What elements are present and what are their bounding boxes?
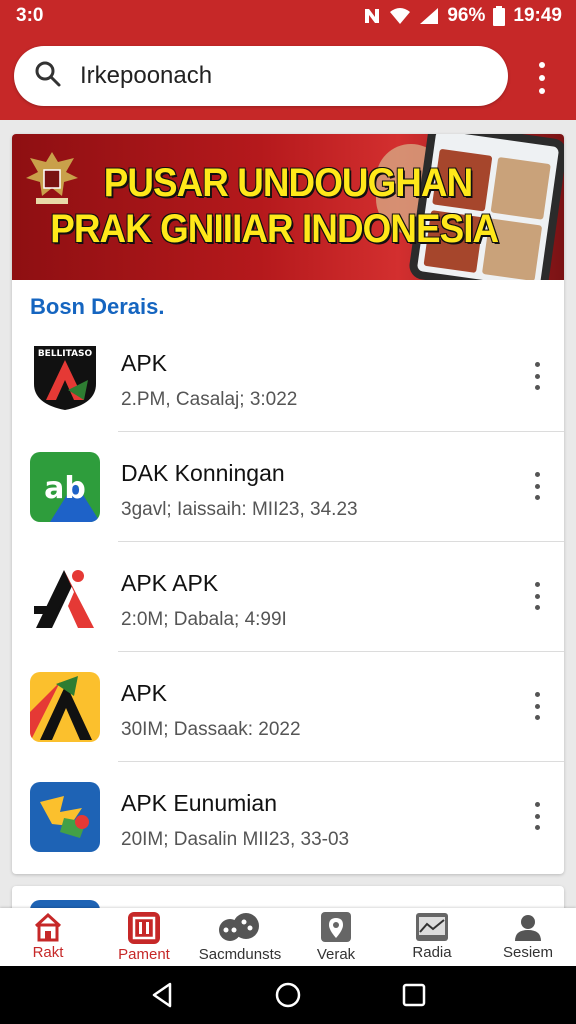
list-item[interactable]: APK 30IM; Dassaak: 2022 — [12, 652, 564, 762]
app-name: DAK Konningan — [121, 460, 285, 486]
back-icon[interactable] — [150, 982, 174, 1008]
red-a-shield-icon: BELLITASO — [30, 342, 100, 412]
list-item[interactable]: APK APK 2:0M; Dabala; 4:99I — [12, 542, 564, 652]
home-button-icon[interactable] — [274, 981, 302, 1009]
nav-label: Rakt — [32, 944, 64, 961]
green-ab-icon: ab — [30, 452, 100, 522]
item-more-icon[interactable] — [532, 362, 542, 390]
nav-label: Pament — [118, 946, 170, 963]
app-meta: 2:0M; Dabala; 4:99I — [121, 609, 287, 630]
nav-label: Sesiem — [502, 944, 554, 961]
app-list: BELLITASO APK 2.PM, Casalaj; 3:022 ab DA… — [12, 322, 564, 872]
app-meta: 2.PM, Casalaj; 3:022 — [121, 389, 298, 410]
item-more-icon[interactable] — [532, 802, 542, 830]
nfc-icon — [363, 7, 381, 25]
app-icon-label: BELLITASO — [38, 349, 93, 359]
payment-icon — [128, 912, 160, 944]
map-pin-icon — [321, 912, 351, 942]
nav-item-community[interactable]: Sacmdunsts — [192, 908, 288, 966]
nav-item-profile[interactable]: Sesiem — [480, 908, 576, 966]
section-heading: Bosn Derais. — [30, 294, 165, 319]
app-name: APK APK — [121, 570, 219, 596]
item-more-icon[interactable] — [532, 582, 542, 610]
app-meta: 20IM; Dasalin MII23, 33-03 — [121, 829, 350, 850]
banner-title-line1: PUSAR UNDOUGHAN — [103, 161, 473, 205]
search-icon[interactable] — [34, 60, 62, 93]
signal-icon — [419, 7, 439, 25]
nav-label: Radia — [412, 944, 452, 961]
main-card: PUSAR UNDOUGHAN PRAK GNIIIAR INDONESIA B… — [12, 134, 564, 874]
item-more-icon[interactable] — [532, 472, 542, 500]
app-name: APK Eunumian — [121, 790, 277, 816]
app-bar — [0, 32, 576, 120]
banner-title: PUSAR UNDOUGHAN PRAK GNIIIAR INDONESIA — [34, 160, 542, 252]
nav-label: Verak — [316, 946, 356, 963]
app-meta: 3gavl; Iaissaih: MII23, 34.23 — [121, 499, 358, 520]
system-navigation — [0, 966, 576, 1024]
item-more-icon[interactable] — [532, 692, 542, 720]
app-name: APK — [121, 350, 168, 376]
banner-title-line2: PRAK GNIIIAR INDONESIA — [50, 207, 499, 251]
nav-item-map[interactable]: Verak — [288, 908, 384, 966]
community-icon — [219, 913, 259, 941]
recents-icon[interactable] — [402, 983, 426, 1007]
home-icon — [34, 912, 62, 942]
promo-banner[interactable]: PUSAR UNDOUGHAN PRAK GNIIIAR INDONESIA — [12, 134, 564, 280]
list-item[interactable]: ab DAK Konningan 3gavl; Iaissaih: MII23,… — [12, 432, 564, 542]
wifi-icon — [389, 7, 411, 25]
nav-item-chart[interactable]: Radia — [384, 908, 480, 966]
battery-icon — [493, 6, 506, 26]
status-clock: 19:49 — [513, 5, 562, 26]
yellow-a-icon — [30, 672, 100, 742]
overflow-menu-icon[interactable] — [530, 62, 554, 94]
search-bar[interactable] — [14, 46, 508, 106]
nav-item-payment[interactable]: Pament — [96, 908, 192, 966]
battery-percent: 96% — [447, 5, 486, 26]
list-item[interactable]: BELLITASO APK 2.PM, Casalaj; 3:022 — [12, 322, 564, 432]
red-black-a-icon — [30, 562, 100, 632]
list-item[interactable]: APK Eunumian 20IM; Dasalin MII23, 33-03 — [12, 762, 564, 872]
status-icons: 96% 19:49 — [363, 5, 562, 27]
app-icon-label: ab — [44, 471, 86, 506]
nav-item-home[interactable]: Rakt — [0, 908, 96, 966]
bottom-navigation: Rakt Pament Sacmdunsts Verak Radia Sesie… — [0, 908, 576, 966]
app-meta: 30IM; Dassaak: 2022 — [121, 719, 301, 740]
status-bar: 3:0 96% 19:49 — [0, 0, 576, 32]
blue-puzzle-icon — [30, 782, 100, 852]
app-name: APK — [121, 680, 168, 706]
chart-icon — [416, 913, 448, 941]
status-time-left: 3:0 — [16, 5, 44, 26]
profile-icon — [515, 915, 541, 941]
search-input[interactable] — [80, 62, 470, 90]
nav-label: Sacmdunsts — [198, 946, 282, 963]
